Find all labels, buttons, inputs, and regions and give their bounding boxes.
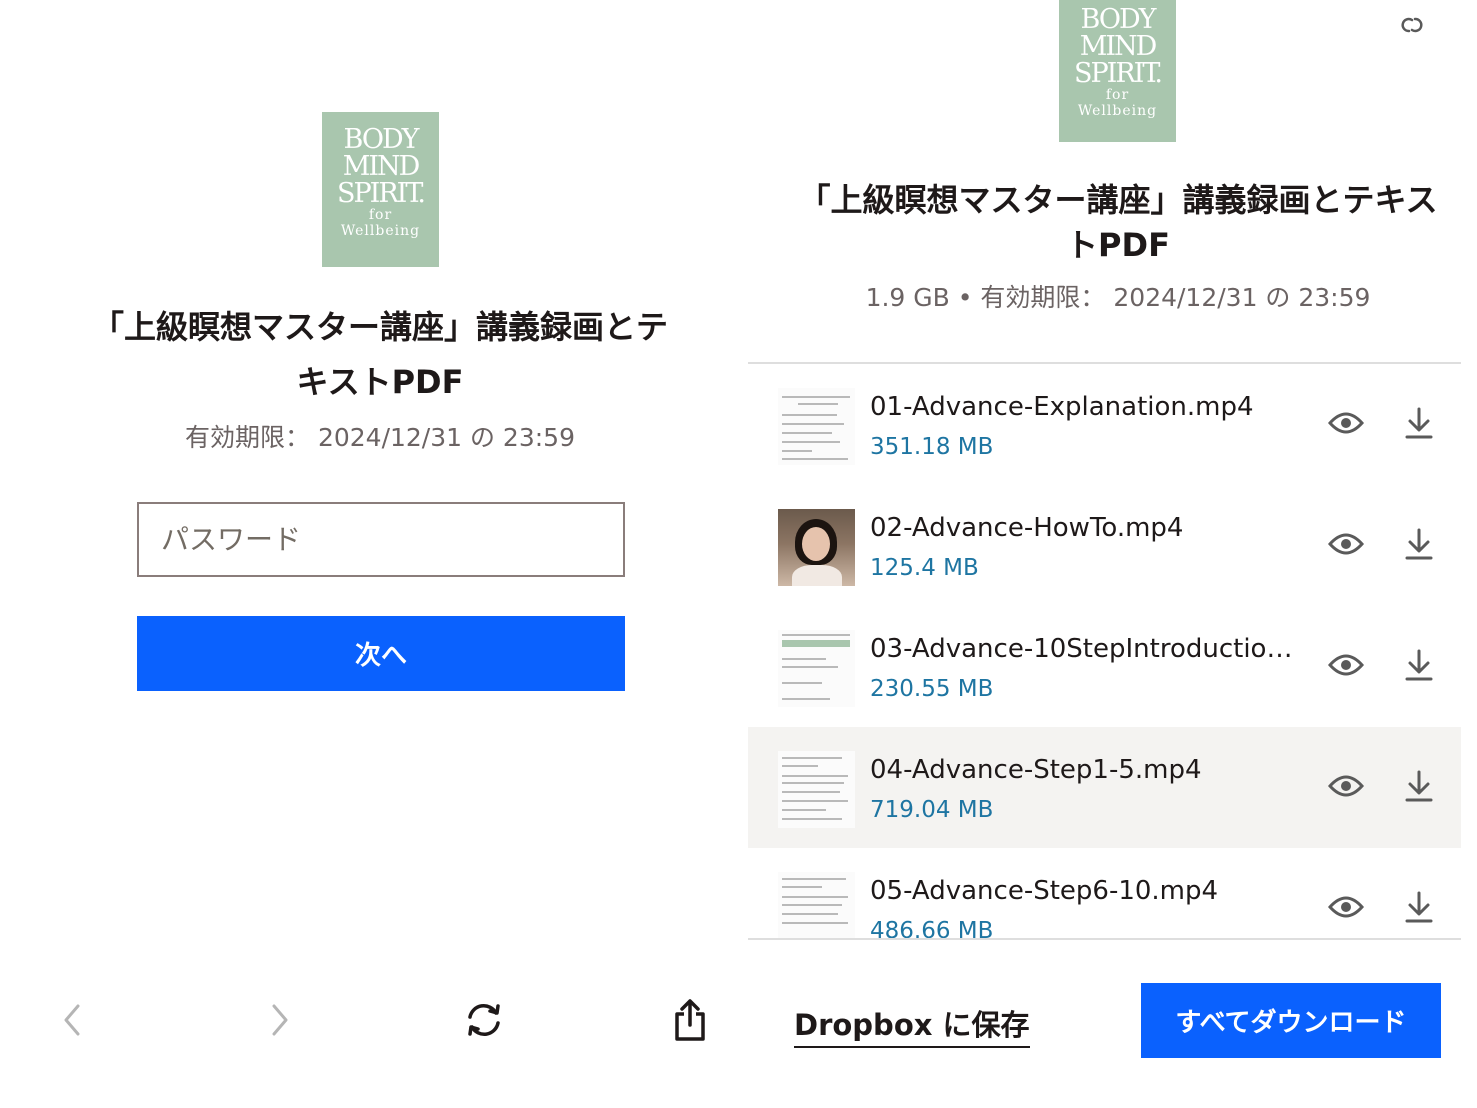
brand-logo: BODY MIND SPIRIT. for Wellbeing	[1059, 0, 1176, 142]
brand-logo: BODY MIND SPIRIT. for Wellbeing	[322, 112, 439, 267]
share-icon[interactable]	[668, 995, 712, 1045]
download-all-button[interactable]: すべてダウンロード	[1141, 983, 1441, 1058]
link-icon[interactable]	[1397, 10, 1427, 44]
eye-icon[interactable]	[1327, 410, 1365, 440]
download-icon[interactable]	[1404, 891, 1434, 927]
file-name: 02-Advance-HowTo.mp4	[870, 513, 1184, 543]
file-name: 03-Advance-10StepIntroduction...	[870, 634, 1300, 664]
file-thumbnail	[778, 630, 855, 707]
file-name: 01-Advance-Explanation.mp4	[870, 392, 1254, 422]
file-size: 230.55 MB	[870, 676, 994, 702]
save-to-dropbox-link[interactable]: Dropbox に保存	[794, 1002, 1030, 1048]
password-input[interactable]	[137, 502, 625, 577]
file-row[interactable]: 01-Advance-Explanation.mp4 351.18 MB	[748, 364, 1461, 485]
file-row[interactable]: 05-Advance-Step6-10.mp4 486.66 MB	[748, 848, 1461, 940]
next-button[interactable]: 次へ	[137, 616, 625, 691]
file-size: 125.4 MB	[870, 555, 979, 581]
chevron-left-icon[interactable]	[55, 995, 89, 1045]
file-name: 05-Advance-Step6-10.mp4	[870, 876, 1219, 906]
file-size: 486.66 MB	[870, 918, 994, 940]
file-size: 351.18 MB	[870, 434, 994, 460]
chevron-right-icon[interactable]	[263, 995, 297, 1045]
share-title: 「上級瞑想マスター講座」講義録画とテキストPDF	[91, 308, 668, 401]
password-page: BODY MIND SPIRIT. for Wellbeing 「上級瞑想マスタ…	[0, 0, 760, 1108]
eye-icon[interactable]	[1327, 894, 1365, 924]
shared-folder-page: BODY MIND SPIRIT. for Wellbeing 「上級瞑想マスタ…	[748, 0, 1477, 1108]
reload-icon[interactable]	[460, 995, 508, 1045]
file-row[interactable]: 04-Advance-Step1-5.mp4 719.04 MB	[748, 727, 1461, 848]
file-size: 719.04 MB	[870, 797, 994, 823]
file-thumbnail	[778, 872, 855, 938]
share-title: 「上級瞑想マスター講座」講義録画とテキストPDF	[798, 181, 1438, 264]
eye-icon[interactable]	[1327, 531, 1365, 561]
file-thumbnail	[778, 388, 855, 465]
file-name: 04-Advance-Step1-5.mp4	[870, 755, 1202, 785]
download-icon[interactable]	[1404, 649, 1434, 685]
download-icon[interactable]	[1404, 528, 1434, 564]
file-row[interactable]: 02-Advance-HowTo.mp4 125.4 MB	[748, 485, 1461, 606]
eye-icon[interactable]	[1327, 652, 1365, 682]
download-icon[interactable]	[1404, 770, 1434, 806]
download-icon[interactable]	[1404, 407, 1434, 443]
share-meta: 1.9 GB • 有効期限： 2024/12/31 の 23:59	[865, 283, 1371, 312]
browser-toolbar	[0, 995, 760, 1055]
eye-icon[interactable]	[1327, 773, 1365, 803]
file-row[interactable]: 03-Advance-10StepIntroduction... 230.55 …	[748, 606, 1461, 727]
file-thumbnail	[778, 751, 855, 828]
file-thumbnail	[778, 509, 855, 586]
file-list: 01-Advance-Explanation.mp4 351.18 MB 02-…	[748, 362, 1461, 940]
expiry-text: 有効期限： 2024/12/31 の 23:59	[185, 423, 575, 452]
